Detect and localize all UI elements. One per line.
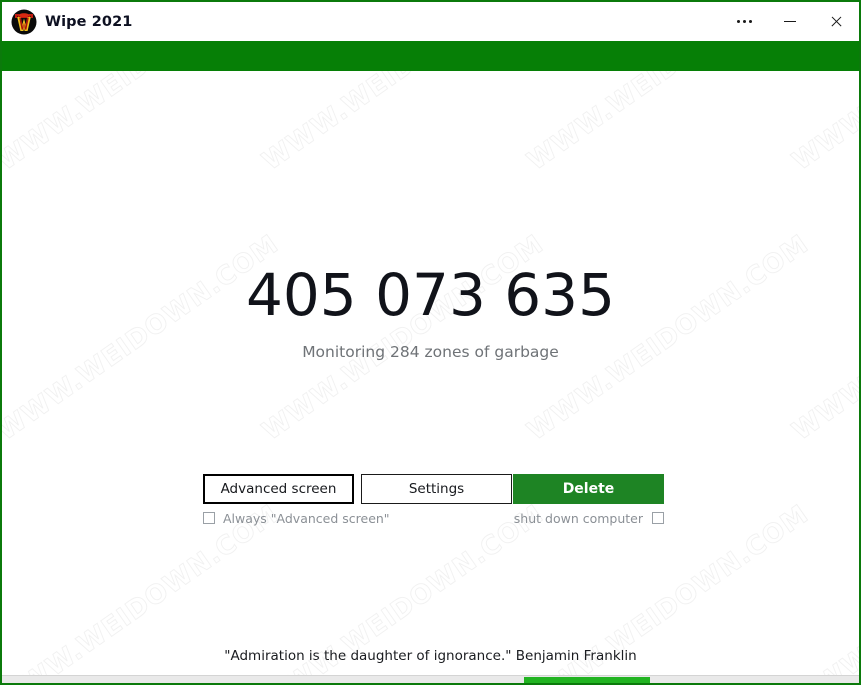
bottom-progress-fill (524, 677, 650, 683)
footer-quote: "Admiration is the daughter of ignorance… (224, 648, 637, 664)
garbage-counter-value: 405 073 635 (246, 261, 615, 329)
advanced-screen-button[interactable]: Advanced screen (203, 474, 354, 504)
window-title: Wipe 2021 (45, 13, 133, 30)
delete-button[interactable]: Delete (513, 474, 664, 504)
checkbox-box-icon[interactable] (203, 512, 215, 524)
settings-button[interactable]: Settings (361, 474, 512, 504)
close-glyph (830, 15, 843, 28)
bottom-progress-bar[interactable] (2, 675, 859, 683)
action-button-row: Advanced screen Settings Delete (203, 474, 664, 504)
more-dots-glyph (736, 20, 752, 23)
shut-down-computer-label: shut down computer (513, 510, 643, 526)
minimize-glyph (784, 20, 796, 23)
title-bar[interactable]: Wipe 2021 (2, 2, 859, 41)
counter-block: 405 073 635 Monitoring 284 zones of garb… (2, 266, 859, 361)
checkbox-box-icon[interactable] (652, 512, 664, 524)
window-controls (721, 2, 859, 41)
monitoring-status-text: Monitoring 284 zones of garbage (302, 343, 559, 361)
always-advanced-screen-label: Always "Advanced screen" (223, 510, 390, 526)
green-banner (2, 41, 859, 71)
application-window: WWW.WEIDOWN.COM WWW.WEIDOWN.COM WWW.WEID… (0, 0, 861, 685)
shut-down-computer-checkbox[interactable]: shut down computer (514, 511, 664, 526)
main-content: 405 073 635 Monitoring 284 zones of garb… (2, 71, 859, 683)
close-icon[interactable] (813, 2, 859, 41)
more-dots-icon[interactable] (721, 2, 767, 41)
minimize-icon[interactable] (767, 2, 813, 41)
checkbox-row: Always "Advanced screen" shut down compu… (203, 508, 664, 528)
always-advanced-screen-checkbox[interactable]: Always "Advanced screen" (203, 511, 390, 526)
wipe-logo-icon (11, 9, 37, 35)
